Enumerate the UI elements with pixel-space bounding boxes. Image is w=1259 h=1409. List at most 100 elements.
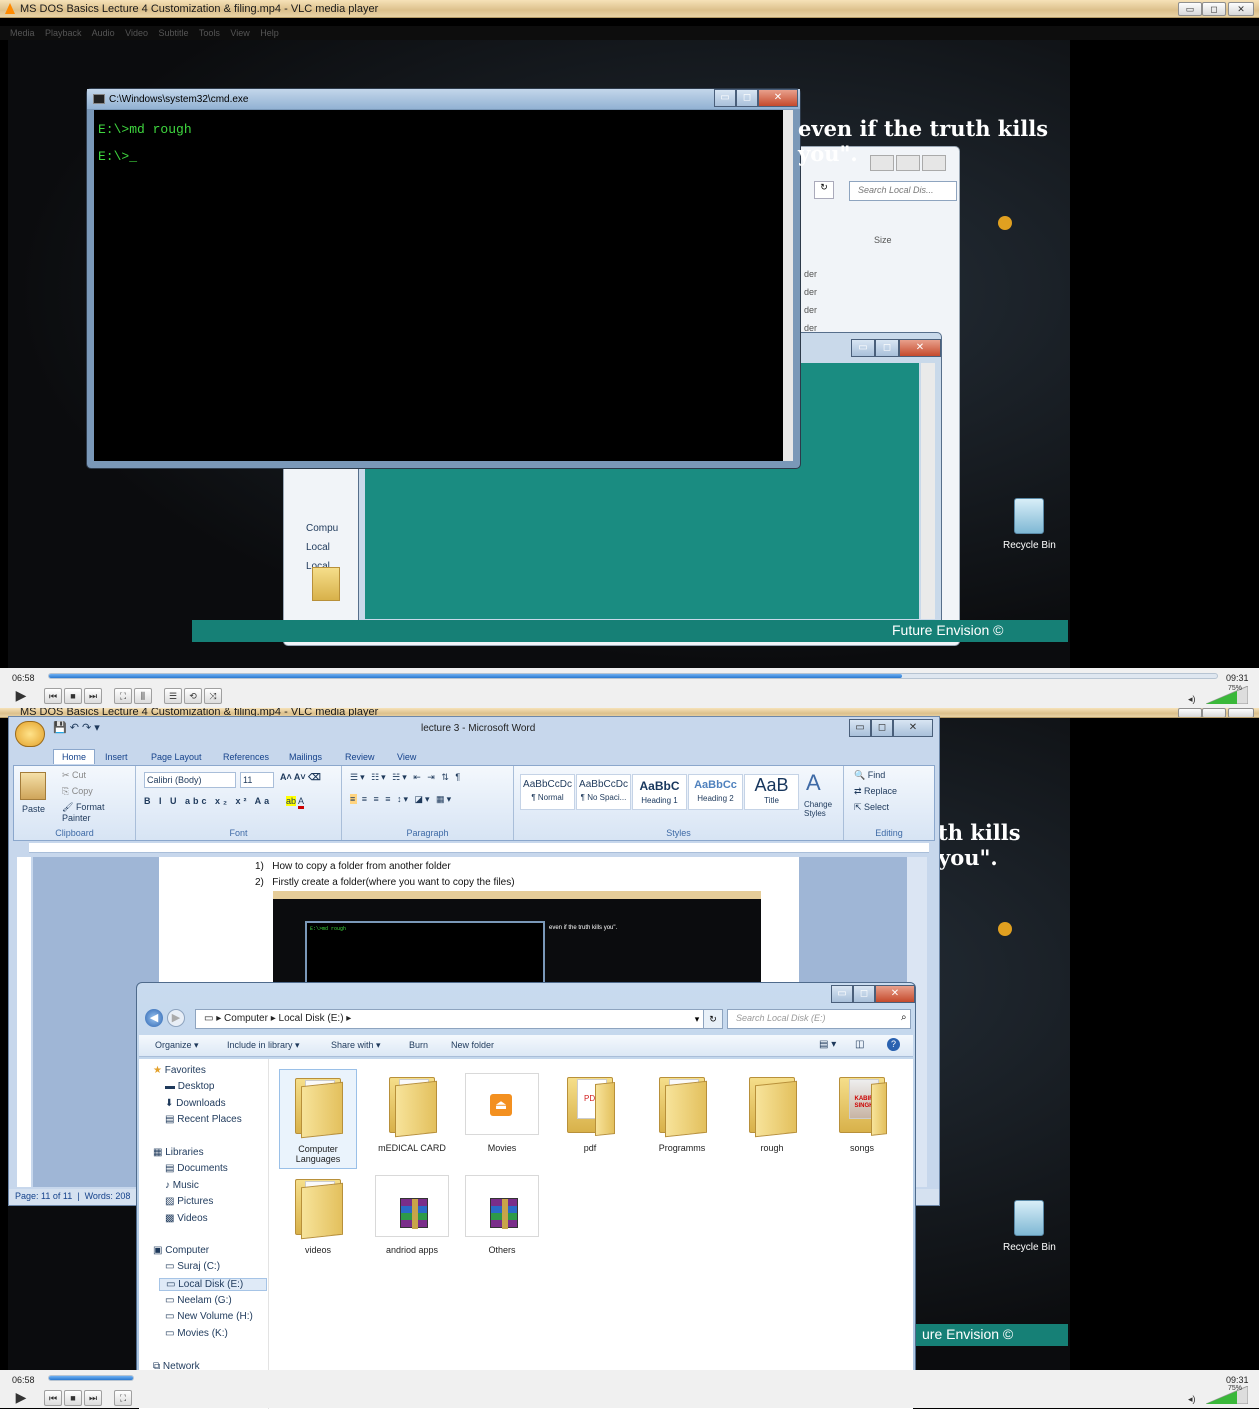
folder-videos[interactable]: videos [279, 1175, 357, 1255]
tab-view[interactable]: View [397, 752, 416, 762]
folder-movies[interactable]: ⏏ Movies [463, 1073, 541, 1153]
playlist-button[interactable]: ☰ [164, 688, 182, 704]
menu-video[interactable]: Video [125, 28, 148, 38]
video-area[interactable]: ↻ Search Local Dis... Size der der der der … [8, 40, 1070, 668]
folder-computer-languages[interactable]: Computer Languages [279, 1069, 357, 1169]
style-normal[interactable]: AaBbCcDc ¶ Normal [520, 774, 575, 810]
change-styles-button[interactable]: Change Styles [804, 800, 840, 818]
search-icon[interactable]: ⌕ [901, 1012, 907, 1023]
refresh-icon-2[interactable]: ↻ [703, 1009, 723, 1029]
copy-button[interactable]: ⎘ Copy [62, 786, 93, 797]
refresh-icon[interactable]: ↻ [814, 181, 834, 199]
nav-libraries[interactable]: ▦ Libraries [153, 1147, 204, 1158]
nav-desktop[interactable]: ▬ Desktop [165, 1081, 214, 1092]
tab-references[interactable]: References [223, 752, 269, 762]
minimize-button-2[interactable] [1178, 708, 1202, 717]
fullscreen-button[interactable]: ⛶ [114, 688, 132, 704]
nav-favorites[interactable]: ★ Favorites [153, 1065, 206, 1076]
file-others[interactable]: Others [463, 1175, 541, 1255]
menu-tools[interactable]: Tools [199, 28, 220, 38]
maximize-button-2[interactable] [1202, 708, 1226, 717]
recycle-bin-icon-2[interactable] [1014, 1200, 1044, 1236]
teal-max-button[interactable]: ◻ [875, 339, 899, 357]
explorer-close-button[interactable]: ✕ [875, 985, 915, 1003]
nav-drive-k[interactable]: ▭ Movies (K:) [165, 1328, 228, 1339]
new-folder-button[interactable]: New folder [451, 1040, 494, 1050]
nav-drive-e[interactable]: ▭ Local Disk (E:) [159, 1278, 267, 1291]
tab-home[interactable]: Home [53, 749, 96, 764]
previous-button-2[interactable]: ⏮ [44, 1390, 62, 1406]
explorer-max-button[interactable]: ◻ [853, 985, 875, 1003]
tab-page-layout[interactable]: Page Layout [151, 752, 202, 762]
font-size-select[interactable]: 11 [240, 772, 274, 788]
close-button-2[interactable] [1228, 708, 1254, 717]
address-bar[interactable]: ▭ ▸ Computer ▸ Local Disk (E:) ▸ [195, 1009, 705, 1029]
style-heading-1[interactable]: AaBbC Heading 1 [632, 774, 687, 810]
cmd-max-button[interactable]: ◻ [736, 89, 758, 107]
word-min-button[interactable]: ▭ [849, 719, 871, 737]
list-buttons[interactable]: ☰▾ ☷▾ ☵▾ ⇤ ⇥ ⇅ ¶ [350, 772, 462, 783]
style-no-spacing[interactable]: AaBbCcDc ¶ No Spaci... [576, 774, 631, 810]
preview-pane-icon[interactable]: ◫ [855, 1039, 864, 1050]
menu-playback[interactable]: Playback [45, 28, 82, 38]
close-button[interactable]: ✕ [1228, 2, 1254, 16]
cmd-scrollbar[interactable] [783, 110, 793, 461]
seek-bar-2[interactable] [48, 1375, 134, 1381]
style-heading-2[interactable]: AaBbCc Heading 2 [688, 774, 743, 810]
recycle-bin-icon[interactable] [1014, 498, 1044, 534]
cmd-close-button[interactable]: ✕ [758, 89, 798, 107]
office-button[interactable] [15, 721, 45, 747]
folder-programms[interactable]: Programms [643, 1073, 721, 1153]
teal-scrollbar[interactable] [921, 363, 935, 619]
font-name-select[interactable]: Calibri (Body) [144, 772, 236, 788]
play-icon-2[interactable]: ▶ [12, 1390, 30, 1406]
stop-button-2[interactable]: ■ [64, 1390, 82, 1406]
speaker-icon[interactable]: ◂) [1188, 694, 1196, 705]
format-painter-button[interactable]: 🖌 Format Painter [62, 802, 135, 823]
word-close-button[interactable]: ✕ [893, 719, 933, 737]
help-icon[interactable]: ? [887, 1038, 900, 1051]
quick-access-toolbar[interactable]: 💾 ↶ ↷ ▾ [53, 721, 100, 734]
tab-insert[interactable]: Insert [105, 752, 128, 762]
menu-audio[interactable]: Audio [92, 28, 115, 38]
word-count[interactable]: Words: 208 [85, 1191, 131, 1201]
nav-drive-h[interactable]: ▭ New Volume (H:) [165, 1311, 253, 1322]
minimize-button[interactable]: ▭ [1178, 2, 1202, 16]
maximize-button[interactable]: ◻ [1202, 2, 1226, 16]
highlight-color-button[interactable]: ab A [286, 796, 305, 809]
previous-button[interactable]: ⏮ [44, 688, 62, 704]
shuffle-button[interactable]: ⤨ [204, 688, 222, 704]
vertical-ruler[interactable] [17, 857, 31, 1187]
play-icon[interactable]: ▶ [12, 688, 30, 704]
breadcrumb-local-disk[interactable]: Local Disk (E:) [279, 1013, 344, 1024]
find-button[interactable]: 🔍 Find [854, 770, 885, 781]
horizontal-ruler[interactable] [29, 843, 929, 853]
file-andriod-apps[interactable]: andriod apps [373, 1175, 451, 1255]
nav-downloads[interactable]: ⬇ Downloads [165, 1098, 226, 1109]
align-buttons[interactable]: ≡ ≡ ≡ ≡ ↕▾ ◪▾ ▦▾ [350, 794, 453, 805]
tab-mailings[interactable]: Mailings [289, 752, 322, 762]
select-button[interactable]: ⇱ Select [854, 802, 889, 813]
grow-shrink-font-buttons[interactable]: A˄ A˅ ⌫ [280, 772, 321, 783]
forward-button[interactable]: ▶ [167, 1009, 185, 1027]
breadcrumb-computer[interactable]: Computer [224, 1013, 268, 1024]
seek-bar[interactable] [48, 673, 1218, 679]
extended-settings-button[interactable]: ⫼ [134, 688, 152, 704]
replace-button[interactable]: ⇄ Replace [854, 786, 897, 797]
nav-drive-c[interactable]: ▭ Suraj (C:) [165, 1261, 220, 1272]
paste-button[interactable]: Paste [22, 804, 45, 814]
nav-computer[interactable]: ▣ Computer [153, 1245, 209, 1256]
nav-documents[interactable]: ▤ Documents [165, 1163, 228, 1174]
menu-view[interactable]: View [230, 28, 249, 38]
folder-pdf[interactable]: PDF pdf [551, 1073, 629, 1153]
burn-button[interactable]: Burn [409, 1040, 428, 1050]
menu-subtitle[interactable]: Subtitle [159, 28, 189, 38]
folder-rough[interactable]: rough [733, 1073, 811, 1153]
speaker-icon-2[interactable]: ◂) [1188, 1394, 1196, 1405]
folder-songs[interactable]: KABIR SINGH songs [823, 1073, 901, 1153]
folder-medical-card[interactable]: mEDICAL CARD [373, 1073, 451, 1153]
nav-recent-places[interactable]: ▤ Recent Places [165, 1114, 242, 1125]
nav-pictures[interactable]: ▨ Pictures [165, 1196, 213, 1207]
word-max-button[interactable]: ◻ [871, 719, 893, 737]
teal-close-button[interactable]: ✕ [899, 339, 941, 357]
